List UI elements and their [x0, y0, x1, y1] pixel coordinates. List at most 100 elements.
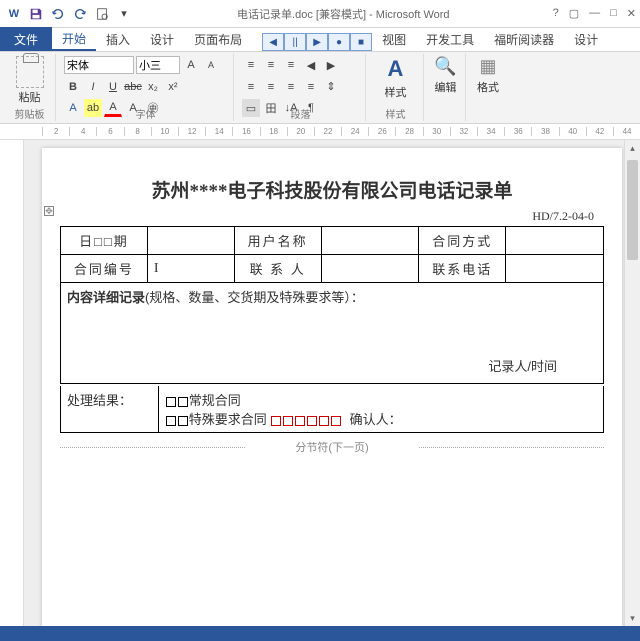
group-format: ▦ 格式: [468, 54, 508, 121]
paste-button[interactable]: 粘贴: [10, 56, 49, 105]
playback-prev-icon[interactable]: ◀: [262, 33, 284, 51]
tab-design2[interactable]: 设计: [564, 27, 608, 51]
line-spacing-icon[interactable]: ⇕: [322, 78, 340, 96]
detail-heading: 内容详细记录: [67, 290, 145, 305]
redo-icon[interactable]: [70, 4, 90, 24]
strike-button[interactable]: abc: [124, 78, 142, 96]
tab-file[interactable]: 文件: [0, 27, 52, 51]
vertical-ruler[interactable]: [0, 140, 24, 626]
tab-design[interactable]: 设计: [140, 27, 184, 51]
vertical-scrollbar[interactable]: ▴ ▾: [624, 140, 640, 626]
document-page[interactable]: ✥ 苏州****电子科技股份有限公司电话记录单 HD/7.2-04-0 日□□期…: [42, 148, 622, 626]
font-group-label: 字体: [58, 106, 233, 121]
tab-home[interactable]: 开始: [52, 27, 96, 51]
grow-font-icon[interactable]: A: [182, 56, 200, 74]
playback-rec-icon[interactable]: ●: [328, 33, 350, 51]
qat-more-icon[interactable]: ▾: [114, 4, 134, 24]
checkbox-icon[interactable]: [178, 416, 188, 426]
minimize-button[interactable]: —: [589, 7, 600, 20]
numbering-icon[interactable]: ≡: [262, 56, 280, 74]
checkbox-icon[interactable]: [178, 397, 188, 407]
multilevel-icon[interactable]: ≡: [282, 56, 300, 74]
cell-contract-type-value[interactable]: [506, 227, 604, 255]
tab-foxit[interactable]: 福昕阅读器: [484, 27, 564, 51]
red-checkbox-icon[interactable]: [271, 416, 281, 426]
ribbon-display-button[interactable]: ▢: [569, 7, 579, 20]
table-move-handle-icon[interactable]: ✥: [44, 206, 54, 216]
bullets-icon[interactable]: ≡: [242, 56, 260, 74]
align-center-icon[interactable]: ≡: [262, 78, 280, 96]
scrollbar-thumb[interactable]: [627, 160, 638, 260]
table-row: 日□□期 用户名称 合同方式: [61, 227, 604, 255]
save-icon[interactable]: [26, 4, 46, 24]
subscript-button[interactable]: x₂: [144, 78, 162, 96]
font-name-select[interactable]: [64, 56, 134, 74]
text-cursor-icon: I: [154, 261, 159, 277]
checkbox-icon[interactable]: [166, 397, 176, 407]
quick-access-toolbar: W ▾: [4, 4, 134, 24]
shrink-font-icon[interactable]: A: [202, 56, 220, 74]
paragraph-group-label: 段落: [236, 106, 365, 121]
scroll-down-icon[interactable]: ▾: [625, 610, 640, 626]
clipboard-icon: [16, 56, 44, 88]
cell-user-value[interactable]: [321, 227, 419, 255]
red-checkbox-icon[interactable]: [295, 416, 305, 426]
tab-view[interactable]: 视图: [372, 27, 416, 51]
editing-button[interactable]: 🔍 编辑: [432, 56, 459, 95]
help-button[interactable]: ?: [553, 7, 559, 20]
ruler-mark: 44: [613, 127, 640, 136]
cell-phone-value[interactable]: [506, 255, 604, 283]
red-checkbox-icon[interactable]: [319, 416, 329, 426]
cell-contract-no-value[interactable]: I: [147, 255, 234, 283]
justify-icon[interactable]: ≡: [302, 78, 320, 96]
format-icon: ▦: [479, 56, 496, 77]
font-size-select[interactable]: [136, 56, 180, 74]
cell-date-label: 日□□期: [61, 227, 148, 255]
ruler-mark: 14: [205, 127, 232, 136]
playback-pause-icon[interactable]: ||: [284, 33, 306, 51]
decrease-indent-icon[interactable]: ◀: [302, 56, 320, 74]
playback-stop-icon[interactable]: ■: [350, 33, 372, 51]
option-normal: 常规合同: [189, 393, 241, 408]
playback-next-icon[interactable]: ▶: [306, 33, 328, 51]
styles-button[interactable]: A 样式: [374, 56, 417, 100]
maximize-button[interactable]: □: [610, 7, 617, 20]
cell-date-value[interactable]: [147, 227, 234, 255]
tab-layout[interactable]: 页面布局: [184, 27, 252, 51]
ruler-mark: 18: [260, 127, 287, 136]
ruler-mark: 10: [151, 127, 178, 136]
increase-indent-icon[interactable]: ▶: [322, 56, 340, 74]
tab-insert[interactable]: 插入: [96, 27, 140, 51]
horizontal-ruler[interactable]: 2468101214161820222426283032343638404244: [0, 124, 640, 140]
checkbox-icon[interactable]: [166, 416, 176, 426]
ribbon: 粘贴 剪贴板 A A B I U abc x₂ x² A ab A A ㊥ 字体…: [0, 52, 640, 124]
red-checkbox-icon[interactable]: [283, 416, 293, 426]
underline-button[interactable]: U: [104, 78, 122, 96]
scroll-up-icon[interactable]: ▴: [625, 140, 640, 156]
format-button[interactable]: ▦ 格式: [474, 56, 502, 95]
superscript-button[interactable]: x²: [164, 78, 182, 96]
bold-button[interactable]: B: [64, 78, 82, 96]
ruler-mark: 36: [504, 127, 531, 136]
align-right-icon[interactable]: ≡: [282, 78, 300, 96]
cell-contact-value[interactable]: [321, 255, 419, 283]
detail-block[interactable]: 内容详细记录(规格、数量、交货期及特殊要求等）： 记录人/时间: [60, 283, 604, 384]
find-icon: 🔍: [434, 56, 456, 77]
close-button[interactable]: ✕: [627, 7, 636, 20]
cell-user-label: 用户名称: [234, 227, 321, 255]
recorder-line: 记录人/时间: [67, 306, 597, 379]
align-left-icon[interactable]: ≡: [242, 78, 260, 96]
italic-button[interactable]: I: [84, 78, 102, 96]
red-checkbox-icon[interactable]: [307, 416, 317, 426]
undo-icon[interactable]: [48, 4, 68, 24]
tab-developer[interactable]: 开发工具: [416, 27, 484, 51]
ruler-mark: 4: [69, 127, 96, 136]
ruler-mark: 24: [341, 127, 368, 136]
ribbon-tabs: 文件 开始 插入 设计 页面布局 ◀ || ▶ ● ■ 视图 开发工具 福昕阅读…: [0, 28, 640, 52]
print-preview-icon[interactable]: [92, 4, 112, 24]
word-icon[interactable]: W: [4, 4, 24, 24]
group-editing: 🔍 编辑: [426, 54, 466, 121]
paste-label: 粘贴: [19, 89, 41, 105]
result-options[interactable]: 常规合同 特殊要求合同 确认人：: [158, 386, 603, 433]
red-checkbox-icon[interactable]: [331, 416, 341, 426]
